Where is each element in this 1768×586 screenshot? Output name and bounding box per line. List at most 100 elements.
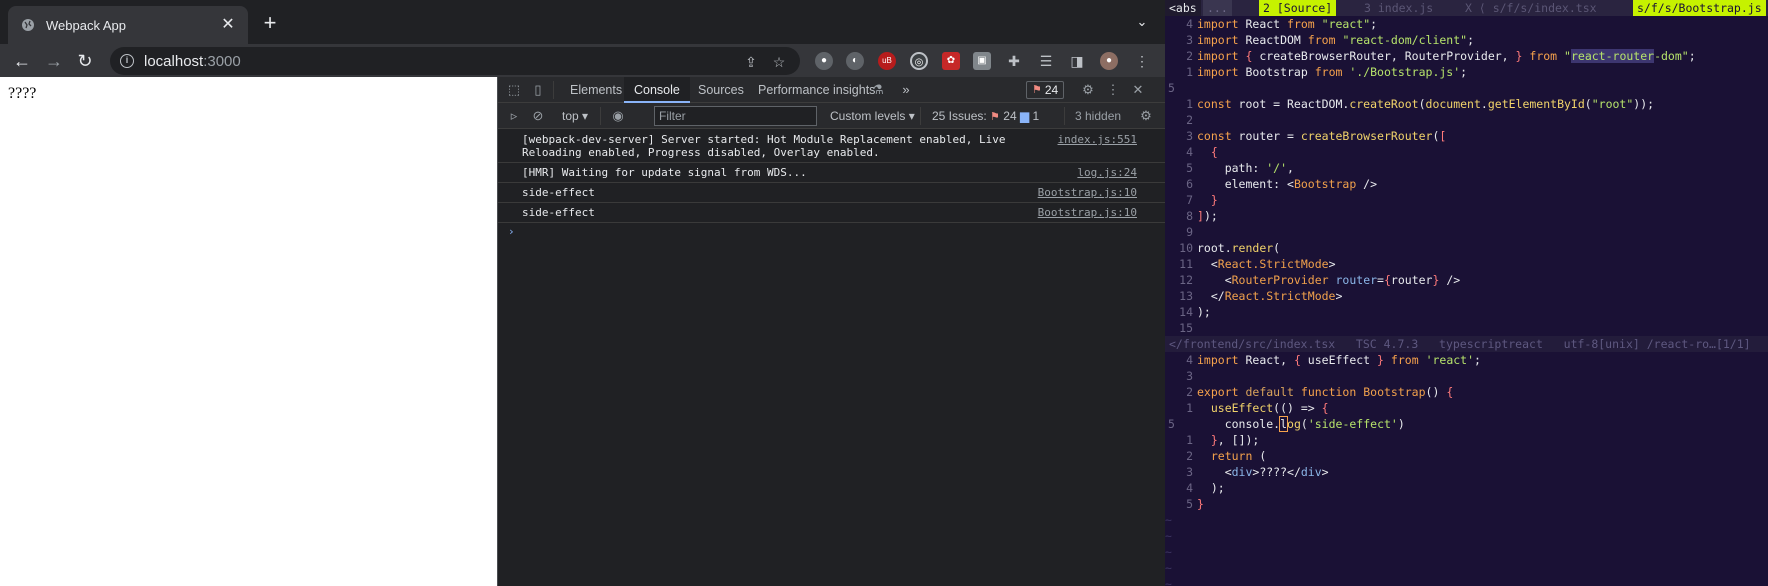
editor-pane-bottom: 4 import React, { useEffect } from 'react… [1165, 352, 1768, 586]
new-tab-button[interactable]: + [259, 12, 281, 34]
tab-webpack-app[interactable]: Webpack App ✕ [8, 6, 248, 44]
inspect-icon[interactable]: ⬚ [506, 82, 522, 98]
eye-icon[interactable]: ◉ [610, 108, 626, 124]
filter-input[interactable] [654, 106, 817, 126]
tab-performance-insights[interactable]: Performance insights [758, 77, 875, 103]
menu-icon[interactable]: ⋮ [1133, 52, 1151, 70]
code-line: 3 const router = createBrowserRouter([ [1186, 129, 1447, 143]
issues-count-button[interactable]: 25 Issues: ⚑ 24 ▆ 1 [932, 103, 1039, 129]
info-message-icon: ▆ [1019, 109, 1030, 123]
console-message: [webpack-dev-server] Server started: Hot… [498, 130, 1165, 163]
extension-1-icon[interactable]: ● [815, 52, 833, 70]
issues-badge[interactable]: ⚑ 24 [1026, 81, 1065, 99]
clear-console-icon[interactable]: ⊘ [530, 108, 546, 124]
ublock-icon[interactable]: uB [878, 52, 896, 70]
chevron-down-icon[interactable]: ⌄ [1132, 12, 1152, 32]
code-line: 2 export default function Bootstrap() { [1186, 385, 1454, 399]
console-settings-icon[interactable]: ⚙ [1138, 108, 1154, 124]
address-bar[interactable]: i localhost:3000 ⇪ ☆ [110, 47, 800, 75]
code-line: 5 path: '/', [1186, 161, 1294, 175]
close-tab-icon[interactable]: ✕ [220, 17, 236, 33]
forward-button[interactable]: → [42, 49, 66, 73]
globe-icon [20, 17, 36, 33]
avatar[interactable]: ● [1100, 52, 1118, 70]
extension-target-icon[interactable]: ◎ [910, 52, 928, 70]
tabline-dots: ... [1203, 0, 1232, 16]
tab-elements[interactable]: Elements [570, 77, 622, 103]
star-icon[interactable]: ☆ [770, 53, 788, 71]
console-prompt[interactable]: › [498, 223, 1165, 241]
tab-index-js[interactable]: 3 index.js [1360, 0, 1437, 16]
code-line: 1 }, []); [1186, 433, 1260, 447]
info-icon[interactable]: i [120, 54, 134, 68]
empty-line-marker: ~ [1165, 513, 1172, 527]
tab-strip: Webpack App ✕ + ⌄ [0, 0, 1165, 44]
message-source-link[interactable]: Bootstrap.js:10 [1038, 206, 1137, 219]
message-source-link[interactable]: Bootstrap.js:10 [1038, 186, 1137, 199]
code-line: 10 root.render( [1179, 241, 1281, 255]
sidebar-toggle-icon[interactable]: ▹ [506, 108, 522, 124]
editor-pane-top: 4 import React from "react"; 3 import Reac… [1165, 16, 1768, 336]
code-line: 5 console.log('side-effect') [1168, 416, 1405, 432]
tab-source[interactable]: 2 [Source] [1259, 0, 1337, 16]
close-devtools-icon[interactable]: ✕ [1130, 82, 1146, 98]
flask-icon: ⚗ [872, 82, 884, 97]
levels-select[interactable]: Custom levels ▾ [830, 103, 915, 129]
code-line: 6 element: <Bootstrap /> [1186, 177, 1378, 191]
message-source-link[interactable]: index.js:551 [1058, 133, 1137, 146]
console-messages: [webpack-dev-server] Server started: Hot… [498, 130, 1165, 586]
code-line: 3 [1186, 369, 1193, 383]
side-panel-icon[interactable]: ◨ [1068, 52, 1086, 70]
code-line: 14); [1179, 305, 1211, 319]
share-icon[interactable]: ⇪ [742, 53, 760, 71]
code-line: 15 [1179, 321, 1193, 335]
editor-statusline: </frontend/src/index.tsx TSC 4.7.3 types… [1165, 336, 1768, 352]
puzzle-icon[interactable]: ✚ [1005, 52, 1023, 70]
extension-4-icon[interactable]: ✿ [942, 52, 960, 70]
console-message: side-effect Bootstrap.js:10 [498, 183, 1165, 203]
code-line: 1 const root = ReactDOM.createRoot(docume… [1186, 97, 1655, 111]
page-viewport: ???? [0, 77, 497, 586]
console-message: [HMR] Waiting for update signal from WDS… [498, 163, 1165, 183]
tab-console[interactable]: Console [624, 77, 690, 103]
code-line: 9 [1186, 225, 1193, 239]
code-line: 2 [1186, 113, 1193, 127]
tab-sources[interactable]: Sources [698, 77, 744, 103]
code-line: 3 <div>????</div> [1186, 465, 1329, 479]
code-line: 7 } [1186, 193, 1218, 207]
devtools-panel: ⬚ ▯ Elements Console Sources Performance… [497, 77, 1165, 586]
extension-5-icon[interactable]: ▣ [973, 52, 991, 70]
tab-index-tsx[interactable]: X ⟨ s/f/s/index.tsx [1461, 0, 1601, 16]
tab-title: Webpack App [46, 17, 126, 33]
code-line: 13 </React.StrictMode> [1179, 289, 1343, 303]
url-host: localhost [144, 52, 204, 70]
editor-tabline: <abs ... 2 [Source] 3 index.js X ⟨ s/f/s… [1165, 0, 1768, 16]
code-line: 12 <RouterProvider router={router} /> [1179, 273, 1461, 287]
more-tabs-icon[interactable]: » [898, 82, 914, 98]
console-message: side-effect Bootstrap.js:10 [498, 203, 1165, 223]
code-line: 2 return ( [1186, 449, 1267, 463]
tab-bootstrap-js[interactable]: s/f/s/Bootstrap.js [1633, 0, 1766, 16]
code-line: 4 import React from "react"; [1186, 17, 1378, 31]
code-line: 1 useEffect(() => { [1186, 401, 1329, 415]
back-button[interactable]: ← [10, 49, 34, 73]
reading-list-icon[interactable]: ☰ [1037, 52, 1055, 70]
code-line: 5} [1186, 497, 1204, 511]
more-options-icon[interactable]: ⋮ [1105, 82, 1121, 98]
hidden-count: 3 hidden [1075, 109, 1122, 123]
message-source-link[interactable]: log.js:24 [1077, 166, 1137, 179]
extension-2-icon[interactable]: ◐ [846, 52, 864, 70]
reload-button[interactable]: ↻ [73, 49, 97, 73]
context-select[interactable]: top ▾ [562, 103, 588, 129]
code-line: 4 import React, { useEffect } from 'react… [1186, 353, 1481, 367]
code-line: 11 <React.StrictMode> [1179, 257, 1336, 271]
empty-line-marker: ~ [1165, 561, 1172, 575]
code-line: 5 [1168, 81, 1175, 95]
code-line: 2 import { createBrowserRouter, RouterPro… [1186, 49, 1696, 63]
browser-toolbar: ← → ↻ i localhost:3000 ⇪ ☆ ● ◐ uB ◎ ✿ ▣ … [0, 44, 1165, 77]
settings-icon[interactable]: ⚙ [1080, 82, 1096, 98]
error-flag-icon: ⚑ [990, 111, 1000, 123]
code-line: 3 import ReactDOM from "react-dom/client"… [1186, 33, 1474, 47]
console-toolbar: ▹ ⊘ top ▾ ◉ Custom levels ▾ 25 Issues: ⚑… [498, 103, 1165, 129]
device-toolbar-icon[interactable]: ▯ [530, 82, 546, 98]
